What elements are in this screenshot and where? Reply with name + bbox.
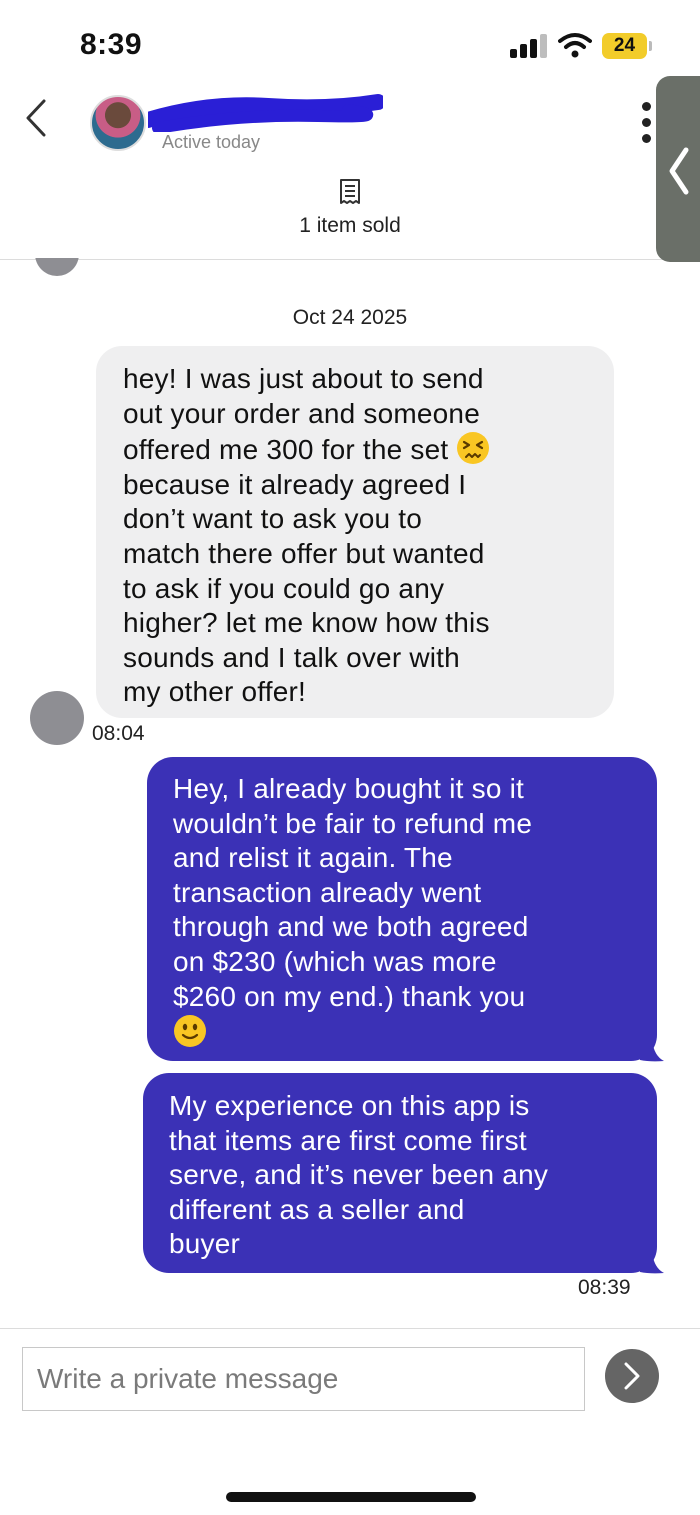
side-panel-tab[interactable] [656, 76, 700, 262]
message-line: match there offer but wanted [123, 537, 485, 569]
battery-icon: 24 [602, 33, 652, 59]
message-line: because it already agreed I [123, 468, 467, 500]
message-timestamp: 08:04 [92, 722, 145, 745]
redaction-scribble [148, 94, 383, 132]
items-sold-label[interactable]: 1 item sold [0, 214, 700, 238]
sender-avatar[interactable] [30, 691, 84, 745]
back-chevron-icon[interactable] [18, 98, 58, 138]
incoming-message-bubble[interactable]: hey! I was just about to send out your o… [96, 346, 614, 718]
status-bar: 8:39 24 [0, 0, 700, 80]
persevering-face-emoji-icon [457, 432, 490, 465]
contact-avatar[interactable] [90, 95, 146, 151]
message-line: offered me 300 for the set [123, 434, 449, 466]
message-line: on $230 (which was more [173, 945, 497, 977]
message-composer [0, 1328, 700, 1515]
battery-level: 24 [602, 33, 647, 59]
message-line: Hey, I already bought it so it [173, 773, 524, 804]
message-line: buyer [169, 1228, 241, 1260]
wifi-icon [558, 33, 592, 58]
message-timestamp: 08:39 [578, 1276, 631, 1299]
message-line: hey! I was just about to send [123, 363, 484, 394]
contact-status: Active today [162, 132, 261, 152]
slightly-smiling-face-emoji-icon [174, 1015, 206, 1048]
message-line: that items are first come first [169, 1124, 527, 1156]
message-line: and relist it again. The [173, 842, 453, 874]
message-line: sounds and I talk over with [123, 641, 460, 673]
outgoing-message-bubble[interactable]: My experience on this app is that items … [143, 1073, 657, 1273]
message-line: different as a seller and [169, 1193, 465, 1225]
home-indicator[interactable] [226, 1492, 476, 1502]
more-vertical-icon[interactable] [636, 102, 656, 150]
message-line: my other offer! [123, 676, 307, 708]
message-line: don’t want to ask you to [123, 503, 422, 535]
message-line: serve, and it’s never been any [169, 1159, 549, 1191]
send-button[interactable] [605, 1349, 659, 1403]
message-line: transaction already went [173, 876, 482, 908]
date-separator: Oct 24 2025 [292, 306, 408, 329]
message-line: My experience on this app is [169, 1090, 530, 1121]
chevron-left-icon [669, 147, 689, 195]
signal-icon [510, 34, 548, 58]
message-line: out your order and someone [123, 397, 480, 429]
message-line: wouldn’t be fair to refund me [173, 807, 533, 839]
message-line: higher? let me know how this [123, 607, 490, 639]
message-line: $260 on my end.) thank you [173, 980, 526, 1012]
message-line: through and we both agreed [173, 911, 529, 943]
bubble-tail [640, 1040, 664, 1062]
outgoing-message-bubble[interactable]: Hey, I already bought it so it wouldn’t … [147, 757, 657, 1061]
message-input[interactable] [22, 1347, 585, 1411]
message-line-emoji [173, 1014, 635, 1051]
message-line: to ask if you could go any [123, 572, 445, 604]
message-line-with-emoji: offered me 300 for the set [123, 431, 588, 468]
receipt-icon[interactable] [338, 178, 362, 206]
chevron-right-icon [624, 1362, 640, 1390]
bubble-tail [640, 1252, 664, 1274]
status-time: 8:39 [80, 28, 143, 61]
partial-timestamp [92, 262, 152, 278]
partial-avatar [35, 258, 79, 280]
chat-header: Active today 1 item sold [0, 80, 700, 260]
